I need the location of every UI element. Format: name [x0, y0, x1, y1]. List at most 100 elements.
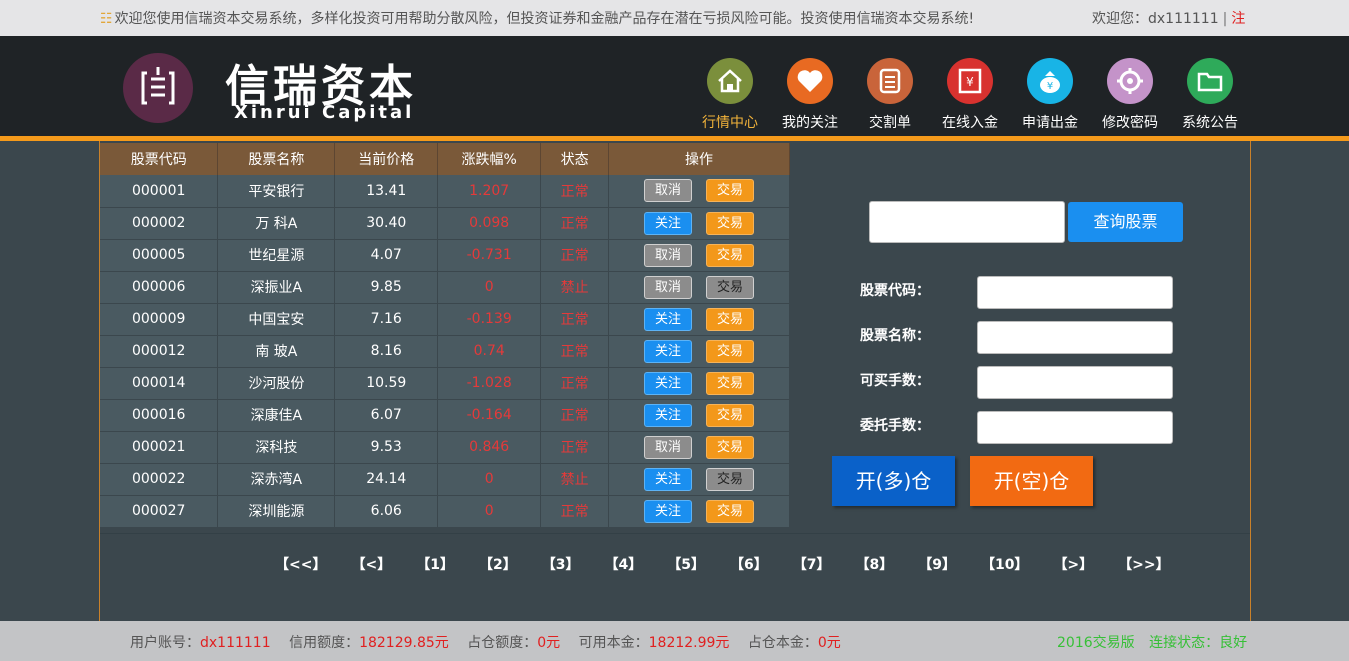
gear-icon	[1107, 58, 1153, 104]
col-header-code: 股票代码	[100, 143, 219, 175]
nav-item-market[interactable]: 行情中心	[690, 58, 770, 132]
stock-actions: 关注 交易	[608, 367, 790, 400]
account-label: 用户账号：	[130, 635, 200, 651]
welcome-prefix: 欢迎您：	[1092, 11, 1148, 27]
trade-button[interactable]: 交易	[706, 307, 755, 331]
stock-change: -1.028	[437, 367, 542, 400]
trade-button[interactable]: 交易	[706, 499, 755, 523]
connection-status: 连接状态：良好	[1149, 635, 1248, 651]
page-link[interactable]: 【1】	[416, 554, 454, 574]
stock-name: 深科技	[217, 431, 336, 464]
nav-item-watchlist[interactable]: 我的关注	[770, 58, 850, 132]
order-lots-field[interactable]	[977, 411, 1173, 444]
stock-price: 9.85	[334, 271, 439, 304]
page-link[interactable]: 【4】	[604, 554, 642, 574]
brand-logo-icon	[123, 53, 193, 123]
unfollow-button[interactable]: 取消	[644, 435, 693, 459]
trade-button[interactable]: 交易	[706, 403, 755, 427]
table-row: 000021 深科技 9.53 0.846 正常 取消 交易	[100, 431, 790, 464]
deposit-icon: ¥	[947, 58, 993, 104]
stock-name: 南 玻A	[217, 335, 336, 368]
stock-actions: 关注 交易	[608, 303, 790, 336]
stock-change: 1.207	[437, 175, 542, 208]
buyable-lots-field[interactable]	[977, 366, 1173, 399]
stock-change: -0.164	[437, 399, 542, 432]
stock-code: 000022	[100, 463, 219, 496]
trade-button[interactable]: 交易	[706, 339, 755, 363]
page-link[interactable]: 【2】	[479, 554, 517, 574]
account-value: dx111111	[200, 635, 271, 651]
page-link[interactable]: 【<<】	[275, 554, 326, 574]
table-row: 000012 南 玻A 8.16 0.74 正常 关注 交易	[100, 335, 790, 368]
trade-button[interactable]: 交易	[706, 211, 755, 235]
nav-item-deposit[interactable]: ¥ 在线入金	[930, 58, 1010, 132]
notice: ☷ 欢迎您使用信瑞资本交易系统，多样化投资可用帮助分散风险，但投资证券和金融产品存…	[100, 8, 974, 28]
trade-button[interactable]: 交易	[706, 467, 755, 491]
logout-link[interactable]: 注	[1231, 11, 1245, 27]
stock-search-input[interactable]	[869, 201, 1065, 243]
page-link[interactable]: 【>>】	[1118, 554, 1169, 574]
trade-button[interactable]: 交易	[706, 435, 755, 459]
follow-button[interactable]: 关注	[644, 499, 693, 523]
page-link[interactable]: 【>】	[1053, 554, 1093, 574]
stock-code: 000016	[100, 399, 219, 432]
table-row: 000002 万 科A 30.40 0.098 正常 关注 交易	[100, 207, 790, 240]
table-row: 000016 深康佳A 6.07 -0.164 正常 关注 交易	[100, 399, 790, 432]
follow-button[interactable]: 关注	[644, 211, 693, 235]
search-stock-button[interactable]: 查询股票	[1068, 202, 1183, 242]
home-icon	[707, 58, 753, 104]
nav-item-settlement[interactable]: 交割单	[850, 58, 930, 132]
stock-name: 深赤湾A	[217, 463, 336, 496]
stock-status: 正常	[540, 207, 610, 240]
notice-text: 欢迎您使用信瑞资本交易系统，多样化投资可用帮助分散风险，但投资证券和金融产品存在…	[114, 11, 975, 27]
stock-name: 深圳能源	[217, 495, 336, 528]
open-short-button[interactable]: 开(空)仓	[970, 456, 1093, 506]
nav-item-password[interactable]: 修改密码	[1090, 58, 1170, 132]
follow-button[interactable]: 关注	[644, 371, 693, 395]
nav-label-withdraw: 申请出金	[1022, 115, 1078, 131]
page-link[interactable]: 【<】	[351, 554, 391, 574]
stock-name-field[interactable]	[977, 321, 1173, 354]
trade-button[interactable]: 交易	[706, 371, 755, 395]
trade-button[interactable]: 交易	[706, 179, 755, 203]
stock-status: 正常	[540, 431, 610, 464]
page-link[interactable]: 【5】	[667, 554, 705, 574]
follow-button[interactable]: 关注	[644, 307, 693, 331]
nav-label-deposit: 在线入金	[942, 115, 998, 131]
follow-button[interactable]: 关注	[644, 339, 693, 363]
stock-status: 正常	[540, 175, 610, 208]
main-panel: 股票代码 股票名称 当前价格 涨跌幅% 状态 操作 000001 平安银行 13.4…	[99, 141, 1251, 621]
stock-table: 股票代码 股票名称 当前价格 涨跌幅% 状态 操作 000001 平安银行 13.4…	[100, 143, 790, 528]
follow-button[interactable]: 关注	[644, 403, 693, 427]
occupied-credit-label: 占仓额度：	[467, 635, 538, 651]
stock-change: -0.139	[437, 303, 542, 336]
unfollow-button[interactable]: 取消	[644, 275, 693, 299]
stock-change: 0.098	[437, 207, 542, 240]
version-label: 2016交易版	[1057, 635, 1135, 651]
page-link[interactable]: 【10】	[981, 554, 1028, 574]
trade-button[interactable]: 交易	[706, 243, 755, 267]
page-link[interactable]: 【7】	[793, 554, 831, 574]
nav-label-announcement: 系统公告	[1182, 115, 1238, 131]
page-link[interactable]: 【8】	[855, 554, 893, 574]
follow-button[interactable]: 关注	[644, 467, 693, 491]
stock-status: 正常	[540, 399, 610, 432]
stock-code: 000021	[100, 431, 219, 464]
nav-item-announcement[interactable]: 系统公告	[1170, 58, 1250, 132]
page-link[interactable]: 【6】	[730, 554, 768, 574]
stock-change: 0.846	[437, 431, 542, 464]
stock-price: 13.41	[334, 175, 439, 208]
unfollow-button[interactable]: 取消	[644, 243, 693, 267]
stock-name: 世纪星源	[217, 239, 336, 272]
page-link[interactable]: 【9】	[918, 554, 956, 574]
unfollow-button[interactable]: 取消	[644, 179, 693, 203]
trade-panel: 查询股票 股票代码： 股票名称： 可买手数： 委托手数： 开(多)仓 开(空)仓	[790, 143, 1250, 533]
trade-button[interactable]: 交易	[706, 275, 755, 299]
nav-label-watchlist: 我的关注	[782, 115, 838, 131]
stock-actions: 关注 交易	[608, 399, 790, 432]
nav-item-withdraw[interactable]: ¥ 申请出金	[1010, 58, 1090, 132]
stock-code-field[interactable]	[977, 276, 1173, 309]
stock-code-label: 股票代码：	[860, 283, 930, 299]
page-link[interactable]: 【3】	[542, 554, 580, 574]
open-long-button[interactable]: 开(多)仓	[832, 456, 955, 506]
